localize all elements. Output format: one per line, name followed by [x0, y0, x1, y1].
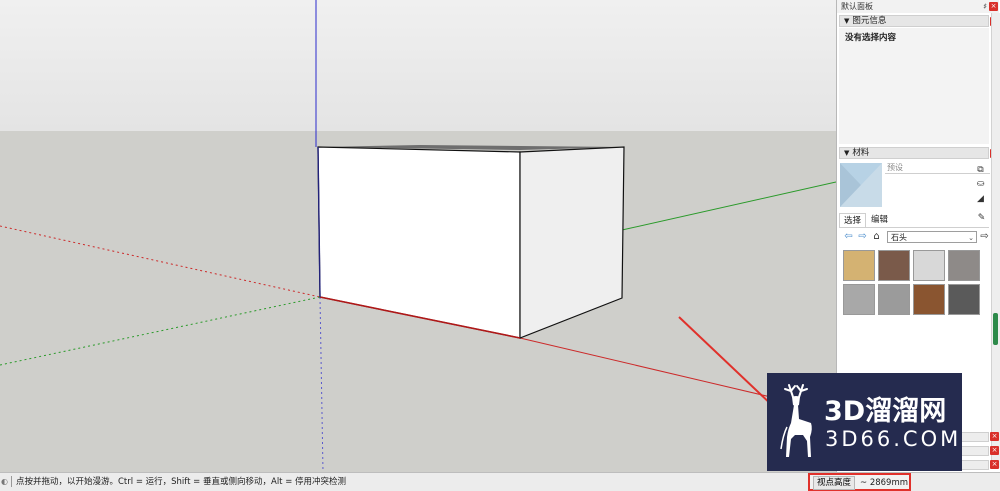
- tab-edit[interactable]: 编辑: [867, 213, 892, 226]
- model-viewport[interactable]: [0, 0, 836, 472]
- watermark-main-text: 3D溜溜网: [824, 396, 947, 427]
- tray-title: 默认面板: [841, 2, 873, 11]
- watermark-logo: 3D溜溜网 3D66.COM: [767, 373, 962, 471]
- library-nav: ⇦ ⇨ ⌂ 石头 ⌄ ⇨: [839, 230, 989, 245]
- entity-info-title: 图元信息: [852, 16, 887, 26]
- material-swatch[interactable]: [913, 284, 945, 315]
- current-material-preview: [840, 163, 882, 207]
- tray-title-bar: 默认面板 ♯ ×: [837, 0, 999, 13]
- material-swatch[interactable]: [948, 250, 980, 281]
- material-preview-triangle: [840, 163, 882, 207]
- section-close-icon[interactable]: ×: [990, 446, 999, 455]
- pin-icon[interactable]: ♯: [983, 0, 987, 13]
- eyedropper-icon[interactable]: ✎: [976, 213, 987, 224]
- material-swatch[interactable]: [843, 284, 875, 315]
- material-swatch-grid: [843, 250, 983, 316]
- status-separator: [11, 476, 12, 487]
- measurements-box: 视点高度 ~ 2869mm: [808, 473, 911, 491]
- forward-arrow-icon[interactable]: ⇨: [857, 231, 868, 243]
- deer-logo-icon: [780, 384, 812, 457]
- chevron-down-icon: ⌄: [968, 234, 974, 242]
- section-close-icon[interactable]: ×: [990, 460, 999, 469]
- paint-bucket-icon[interactable]: ⛀: [975, 179, 986, 190]
- eye-height-input[interactable]: ~ 2869mm: [860, 477, 908, 489]
- collapse-arrow-icon[interactable]: ▼: [844, 149, 849, 157]
- tray-scrollbar[interactable]: [991, 13, 1000, 468]
- home-icon[interactable]: ⌂: [871, 231, 882, 243]
- create-material-icon[interactable]: ⧉: [975, 165, 986, 176]
- collapse-arrow-icon[interactable]: ▼: [844, 17, 849, 25]
- watermark-sub-text: 3D66.COM: [825, 427, 962, 451]
- entity-info-body: 没有选择内容: [839, 28, 989, 144]
- entity-info-empty-text: 没有选择内容: [845, 33, 897, 43]
- eye-height-label: 视点高度: [813, 476, 856, 490]
- library-select-value: 石头: [891, 233, 907, 242]
- back-arrow-icon[interactable]: ⇦: [843, 231, 854, 243]
- tab-select[interactable]: 选择: [839, 213, 867, 227]
- library-select[interactable]: 石头 ⌄: [887, 231, 977, 243]
- material-swatch[interactable]: [878, 250, 910, 281]
- materials-tabs: 选择 编辑 ✎: [839, 213, 989, 228]
- entity-info-header[interactable]: ▼ 图元信息: [839, 15, 989, 27]
- sky: [0, 0, 836, 131]
- scrollbar-thumb[interactable]: [993, 313, 998, 345]
- info-icon: ◐: [1, 477, 8, 486]
- material-swatch[interactable]: [878, 284, 910, 315]
- materials-title: 材料: [852, 148, 870, 158]
- default-material-icon[interactable]: ◢: [975, 194, 986, 205]
- materials-header[interactable]: ▼ 材料: [839, 147, 989, 159]
- section-close-icon[interactable]: ×: [990, 432, 999, 441]
- details-arrow-icon[interactable]: ⇨: [979, 231, 990, 243]
- material-swatch[interactable]: [948, 284, 980, 315]
- material-swatch[interactable]: [913, 250, 945, 281]
- status-bar: ◐ 点按并拖动，以开始漫游。Ctrl = 运行，Shift = 垂直或侧向移动，…: [0, 472, 1000, 491]
- tray-close-icon[interactable]: ×: [989, 2, 998, 11]
- material-swatch[interactable]: [843, 250, 875, 281]
- scene-canvas[interactable]: [0, 0, 836, 472]
- status-hint-text: 点按并拖动，以开始漫游。Ctrl = 运行，Shift = 垂直或侧向移动，Al…: [16, 477, 347, 487]
